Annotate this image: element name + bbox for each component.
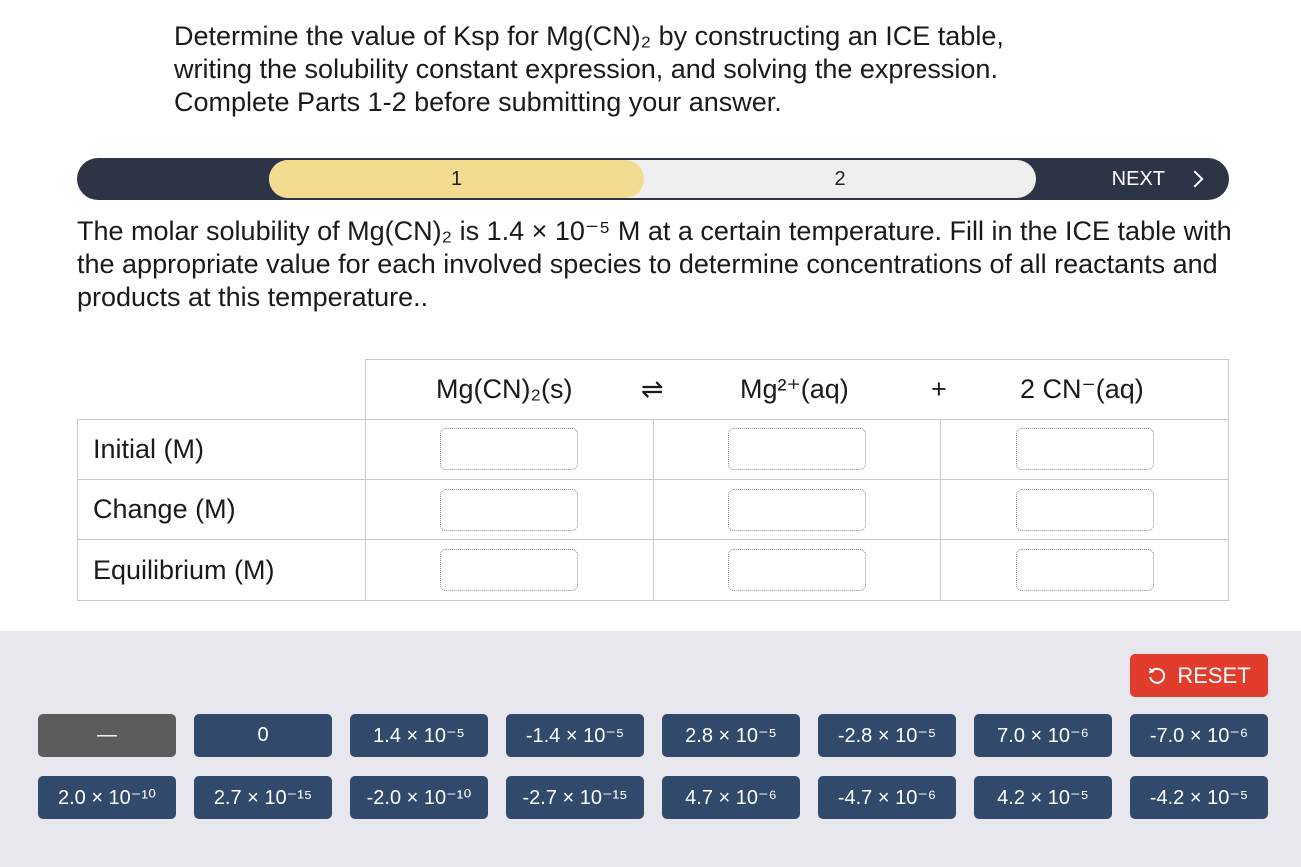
reset-label: RESET [1177,662,1251,688]
tile-neg-1.4e-5[interactable]: -1.4 × 10⁻⁵ [506,714,644,757]
instructions-line-1: Determine the value of Ksp for Mg(CN)₂ b… [174,21,1004,51]
instructions: Determine the value of Ksp for Mg(CN)₂ b… [174,20,1134,119]
tile-2.0e-10[interactable]: 2.0 × 10⁻¹⁰ [38,776,176,819]
drop-slot-eq-mgcn2[interactable] [440,549,578,591]
drop-slot-initial-mg[interactable] [728,428,866,470]
row-label-equilibrium: Equilibrium (M) [77,539,366,601]
next-button[interactable]: NEXT [1111,158,1204,200]
step-1-label: 1 [450,168,463,190]
instructions-line-3: Complete Parts 1-2 before submitting you… [174,87,782,117]
drop-slot-initial-mgcn2[interactable] [440,428,578,470]
reset-icon [1149,667,1166,684]
tile-dash[interactable]: — [38,714,176,757]
chevron-right-icon [1186,170,1204,188]
question-prompt: The molar solubility of Mg(CN)₂ is 1.4 ×… [77,216,1232,312]
drop-slot-initial-cn[interactable] [1016,428,1154,470]
drop-slot-eq-cn[interactable] [1016,549,1154,591]
part-stepper: 2 1 NEXT [77,158,1229,200]
tile-neg-4.7e-6[interactable]: -4.7 × 10⁻⁶ [818,776,956,819]
ice-table: Mg(CN)₂(s) ⇌ Mg²⁺(aq) + 2 CN⁻(aq) Initia… [77,359,1229,601]
tile-2.7e-15[interactable]: 2.7 × 10⁻¹⁵ [194,776,332,819]
drop-slot-change-cn[interactable] [1016,489,1154,531]
species-cn-ion: 2 CN⁻(aq) [1020,374,1144,404]
tile-2.8e-5[interactable]: 2.8 × 10⁻⁵ [662,714,800,757]
plus-sign: + [931,374,947,404]
tile-zero[interactable]: 0 [194,714,332,757]
tile-neg-2.0e-10[interactable]: -2.0 × 10⁻¹⁰ [350,776,488,819]
row-label-initial: Initial (M) [77,419,366,480]
species-mg-cn2: Mg(CN)₂(s) [436,374,573,404]
row-label-change: Change (M) [77,479,366,540]
drop-slot-change-mg[interactable] [728,489,866,531]
step-1-tab[interactable]: 1 [269,160,644,198]
step-2-label: 2 [834,168,846,190]
answer-tray: RESET — 0 1.4 × 10⁻⁵ -1.4 × 10⁻⁵ 2.8 × 1… [0,631,1301,867]
instructions-line-2: writing the solubility constant expressi… [174,54,998,84]
tile-neg-4.2e-5[interactable]: -4.2 × 10⁻⁵ [1130,776,1268,819]
reset-button[interactable]: RESET [1130,654,1268,697]
species-mg-ion: Mg²⁺(aq) [740,374,849,404]
tile-4.7e-6[interactable]: 4.7 × 10⁻⁶ [662,776,800,819]
tile-7.0e-6[interactable]: 7.0 × 10⁻⁶ [974,714,1112,757]
drop-slot-eq-mg[interactable] [728,549,866,591]
tile-neg-2.7e-15[interactable]: -2.7 × 10⁻¹⁵ [506,776,644,819]
tile-1.4e-5[interactable]: 1.4 × 10⁻⁵ [350,714,488,757]
equilibrium-arrow-icon: ⇌ [641,374,664,404]
next-label: NEXT [1111,168,1165,190]
tile-neg-7.0e-6[interactable]: -7.0 × 10⁻⁶ [1130,714,1268,757]
drop-slot-change-mgcn2[interactable] [440,489,578,531]
tile-4.2e-5[interactable]: 4.2 × 10⁻⁵ [974,776,1112,819]
tile-neg-2.8e-5[interactable]: -2.8 × 10⁻⁵ [818,714,956,757]
ice-header-row: Mg(CN)₂(s) ⇌ Mg²⁺(aq) + 2 CN⁻(aq) [365,359,1229,420]
